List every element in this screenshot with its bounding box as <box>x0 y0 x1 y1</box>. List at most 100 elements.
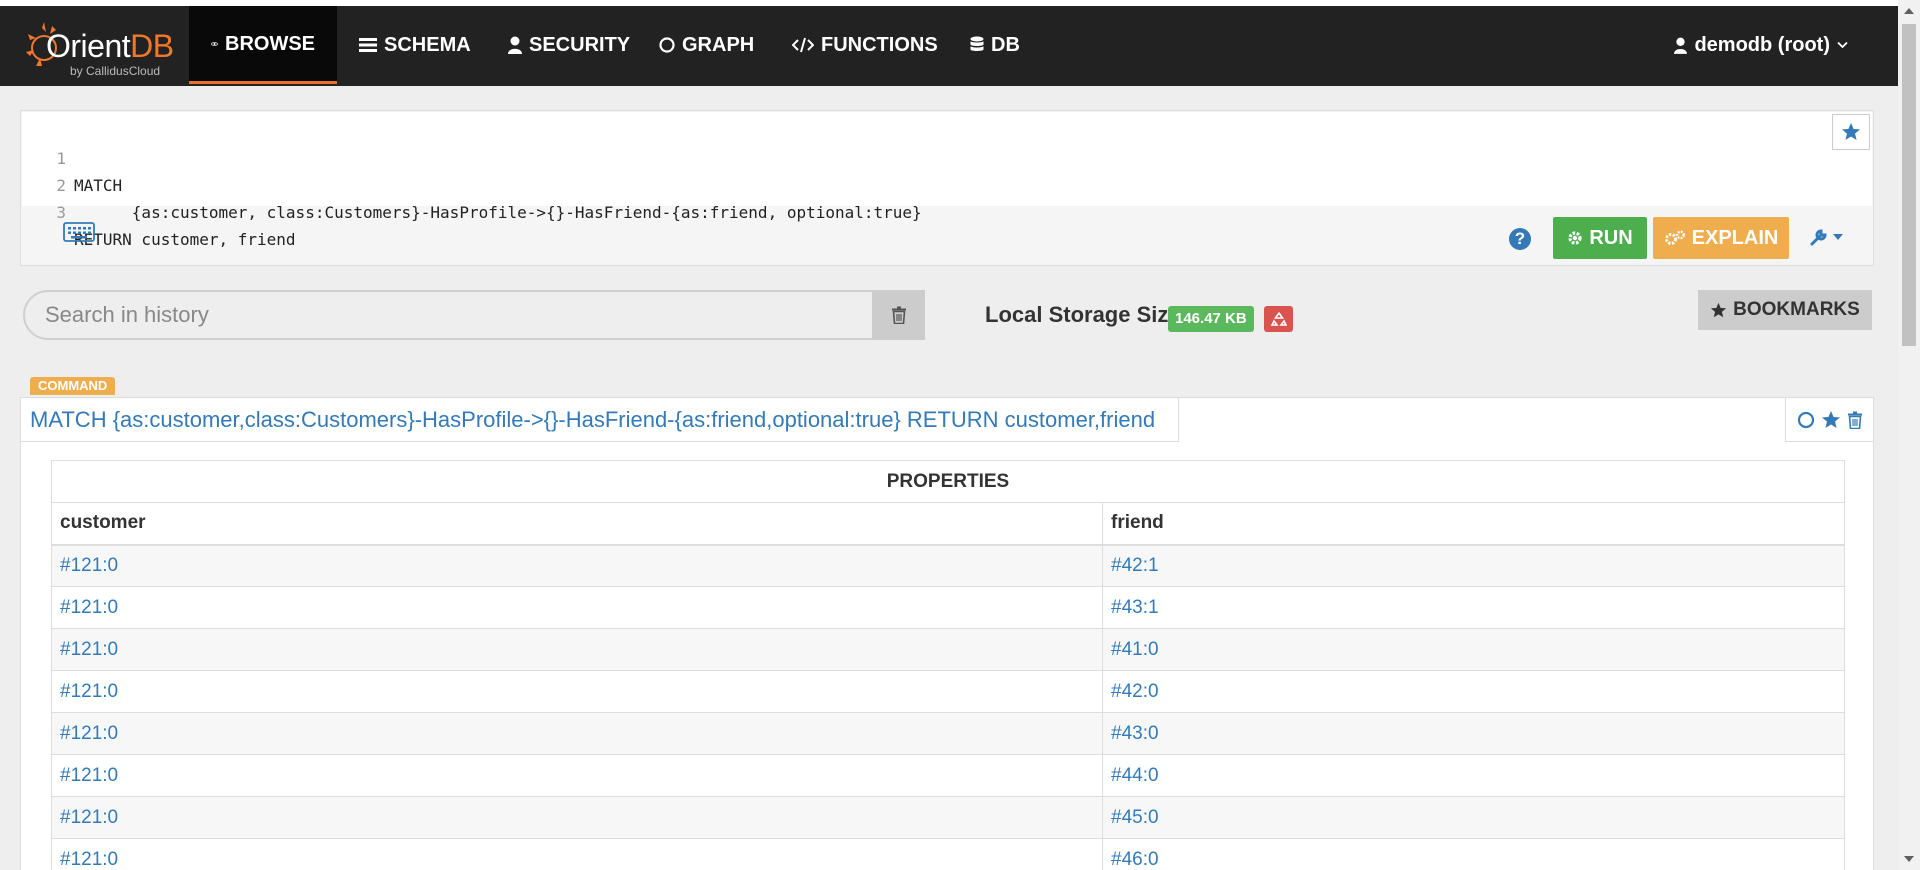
code-editor[interactable]: 1 MATCH 2 {as:customer, class:Customers}… <box>22 112 1872 249</box>
keyboard-icon[interactable] <box>63 222 95 242</box>
result-toolbar <box>1785 398 1873 442</box>
code-line: 1 MATCH <box>22 118 1822 195</box>
table-row: #121:0 #42:1 <box>51 544 1845 587</box>
record-link[interactable]: #43:0 <box>1111 723 1159 744</box>
history-search-input[interactable] <box>23 290 925 340</box>
table-cell: #46:0 <box>1102 838 1845 870</box>
record-link[interactable]: #46:0 <box>1111 849 1159 870</box>
record-link[interactable]: #121:0 <box>60 681 118 702</box>
local-storage-label: Local Storage Size <box>985 302 1181 327</box>
record-link[interactable]: #41:0 <box>1111 639 1159 660</box>
table-cell: #43:0 <box>1102 712 1845 755</box>
nav-security[interactable]: SECURITY <box>486 6 652 84</box>
table-row: #121:0 #45:0 <box>51 796 1845 839</box>
clear-history-button[interactable] <box>872 290 925 340</box>
record-link[interactable]: #121:0 <box>60 597 118 618</box>
table-row: #121:0 #44:0 <box>51 754 1845 797</box>
command-result-panel: MATCH {as:customer,class:Customers}-HasP… <box>20 397 1874 870</box>
properties-table-title: PROPERTIES <box>51 460 1845 503</box>
record-link[interactable]: #44:0 <box>1111 765 1159 786</box>
table-cell: #43:1 <box>1102 586 1845 629</box>
explain-button[interactable]: EXPLAIN <box>1653 217 1789 259</box>
record-link[interactable]: #121:0 <box>60 555 118 576</box>
page-scrollbar[interactable] <box>1898 0 1920 870</box>
star-icon[interactable] <box>1821 410 1841 430</box>
table-cell: #121:0 <box>51 754 1103 797</box>
recycle-icon <box>1270 311 1287 326</box>
user-icon <box>1674 37 1688 54</box>
bookmark-query-button[interactable] <box>1832 114 1870 150</box>
help-icon[interactable]: ? <box>1509 228 1531 250</box>
record-link[interactable]: #42:0 <box>1111 681 1159 702</box>
nav-graph[interactable]: GRAPH <box>637 6 776 84</box>
table-row: #121:0 #42:0 <box>51 670 1845 713</box>
user-menu-label: demodb (root) <box>1694 33 1830 56</box>
scroll-down-arrow-icon[interactable] <box>1898 848 1920 870</box>
nav-schema-label: SCHEMA <box>384 34 471 56</box>
nav-browse-label: BROWSE <box>225 32 315 55</box>
record-link[interactable]: #43:1 <box>1111 597 1159 618</box>
star-icon <box>1842 123 1860 140</box>
table-cell: #121:0 <box>51 838 1103 870</box>
table-row: #121:0 #43:1 <box>51 586 1845 629</box>
run-button-label: RUN <box>1589 226 1633 249</box>
table-cell: #121:0 <box>51 628 1103 671</box>
nav-browse[interactable]: BROWSE <box>189 6 337 84</box>
explain-button-label: EXPLAIN <box>1691 226 1779 249</box>
record-link[interactable]: #42:1 <box>1111 555 1159 576</box>
column-header-friend[interactable]: friend <box>1102 502 1845 546</box>
nav-graph-label: GRAPH <box>682 34 755 56</box>
table-cell: #42:0 <box>1102 670 1845 713</box>
record-link[interactable]: #45:0 <box>1111 807 1159 828</box>
run-button[interactable]: RUN <box>1553 217 1647 259</box>
command-badge: COMMAND <box>30 377 116 395</box>
circle-icon[interactable] <box>1797 411 1815 429</box>
record-link[interactable]: #121:0 <box>60 849 118 870</box>
record-link[interactable]: #121:0 <box>60 639 118 660</box>
nav-functions[interactable]: FUNCTIONS <box>770 6 960 84</box>
table-cell: #121:0 <box>51 544 1103 587</box>
query-editor-panel: 1 MATCH 2 {as:customer, class:Customers}… <box>20 110 1874 266</box>
brand-name: OrientDB <box>46 28 174 64</box>
circle-icon <box>659 37 675 53</box>
table-cell: #121:0 <box>51 796 1103 839</box>
scrollbar-thumb[interactable] <box>1902 24 1916 346</box>
column-header-customer[interactable]: customer <box>51 502 1103 546</box>
trash-icon <box>891 306 906 324</box>
eye-icon <box>211 41 218 46</box>
navbar: OrientDB by CallidusCloud BROWSE SCHEMA … <box>0 6 1898 86</box>
scroll-up-arrow-icon[interactable] <box>1898 0 1920 22</box>
user-menu[interactable]: demodb (root) <box>1674 6 1848 84</box>
code-line-text: RETURN customer, friend <box>74 230 296 249</box>
bookmarks-button[interactable]: BOOKMARKS <box>1698 290 1872 330</box>
table-cell: #42:1 <box>1102 544 1845 587</box>
brand-subtitle: by CallidusCloud <box>70 64 161 78</box>
nav-schema[interactable]: SCHEMA <box>337 6 493 84</box>
brand-logo[interactable]: OrientDB by CallidusCloud <box>22 14 182 80</box>
record-link[interactable]: #121:0 <box>60 765 118 786</box>
nav-db[interactable]: DB <box>948 6 1042 84</box>
executed-query-link[interactable]: MATCH {as:customer,class:Customers}-HasP… <box>21 398 1179 442</box>
list-icon <box>359 38 377 52</box>
chevron-down-icon <box>1837 41 1848 49</box>
trash-icon[interactable] <box>1847 411 1863 429</box>
user-icon <box>508 36 522 54</box>
table-cell: #121:0 <box>51 670 1103 713</box>
nav-functions-label: FUNCTIONS <box>821 34 938 56</box>
record-link[interactable]: #121:0 <box>60 723 118 744</box>
table-row: #121:0 #46:0 <box>51 838 1845 870</box>
table-cell: #121:0 <box>51 586 1103 629</box>
code-line: 3 RETURN customer, friend <box>22 172 1822 249</box>
table-row: #121:0 #41:0 <box>51 628 1845 671</box>
code-line-text: {as:customer, class:Customers}-HasProfil… <box>74 203 922 222</box>
star-icon <box>1711 302 1727 317</box>
table-cell: #121:0 <box>51 712 1103 755</box>
local-storage-size-badge: 146.47 KB <box>1168 306 1254 332</box>
clear-storage-button[interactable] <box>1264 306 1293 332</box>
gears-icon <box>1664 230 1685 245</box>
record-link[interactable]: #121:0 <box>60 807 118 828</box>
settings-dropdown-button[interactable] <box>1809 227 1843 247</box>
caret-down-icon <box>1833 234 1843 240</box>
gear-icon <box>1568 231 1582 245</box>
bookmarks-button-label: BOOKMARKS <box>1733 299 1860 320</box>
